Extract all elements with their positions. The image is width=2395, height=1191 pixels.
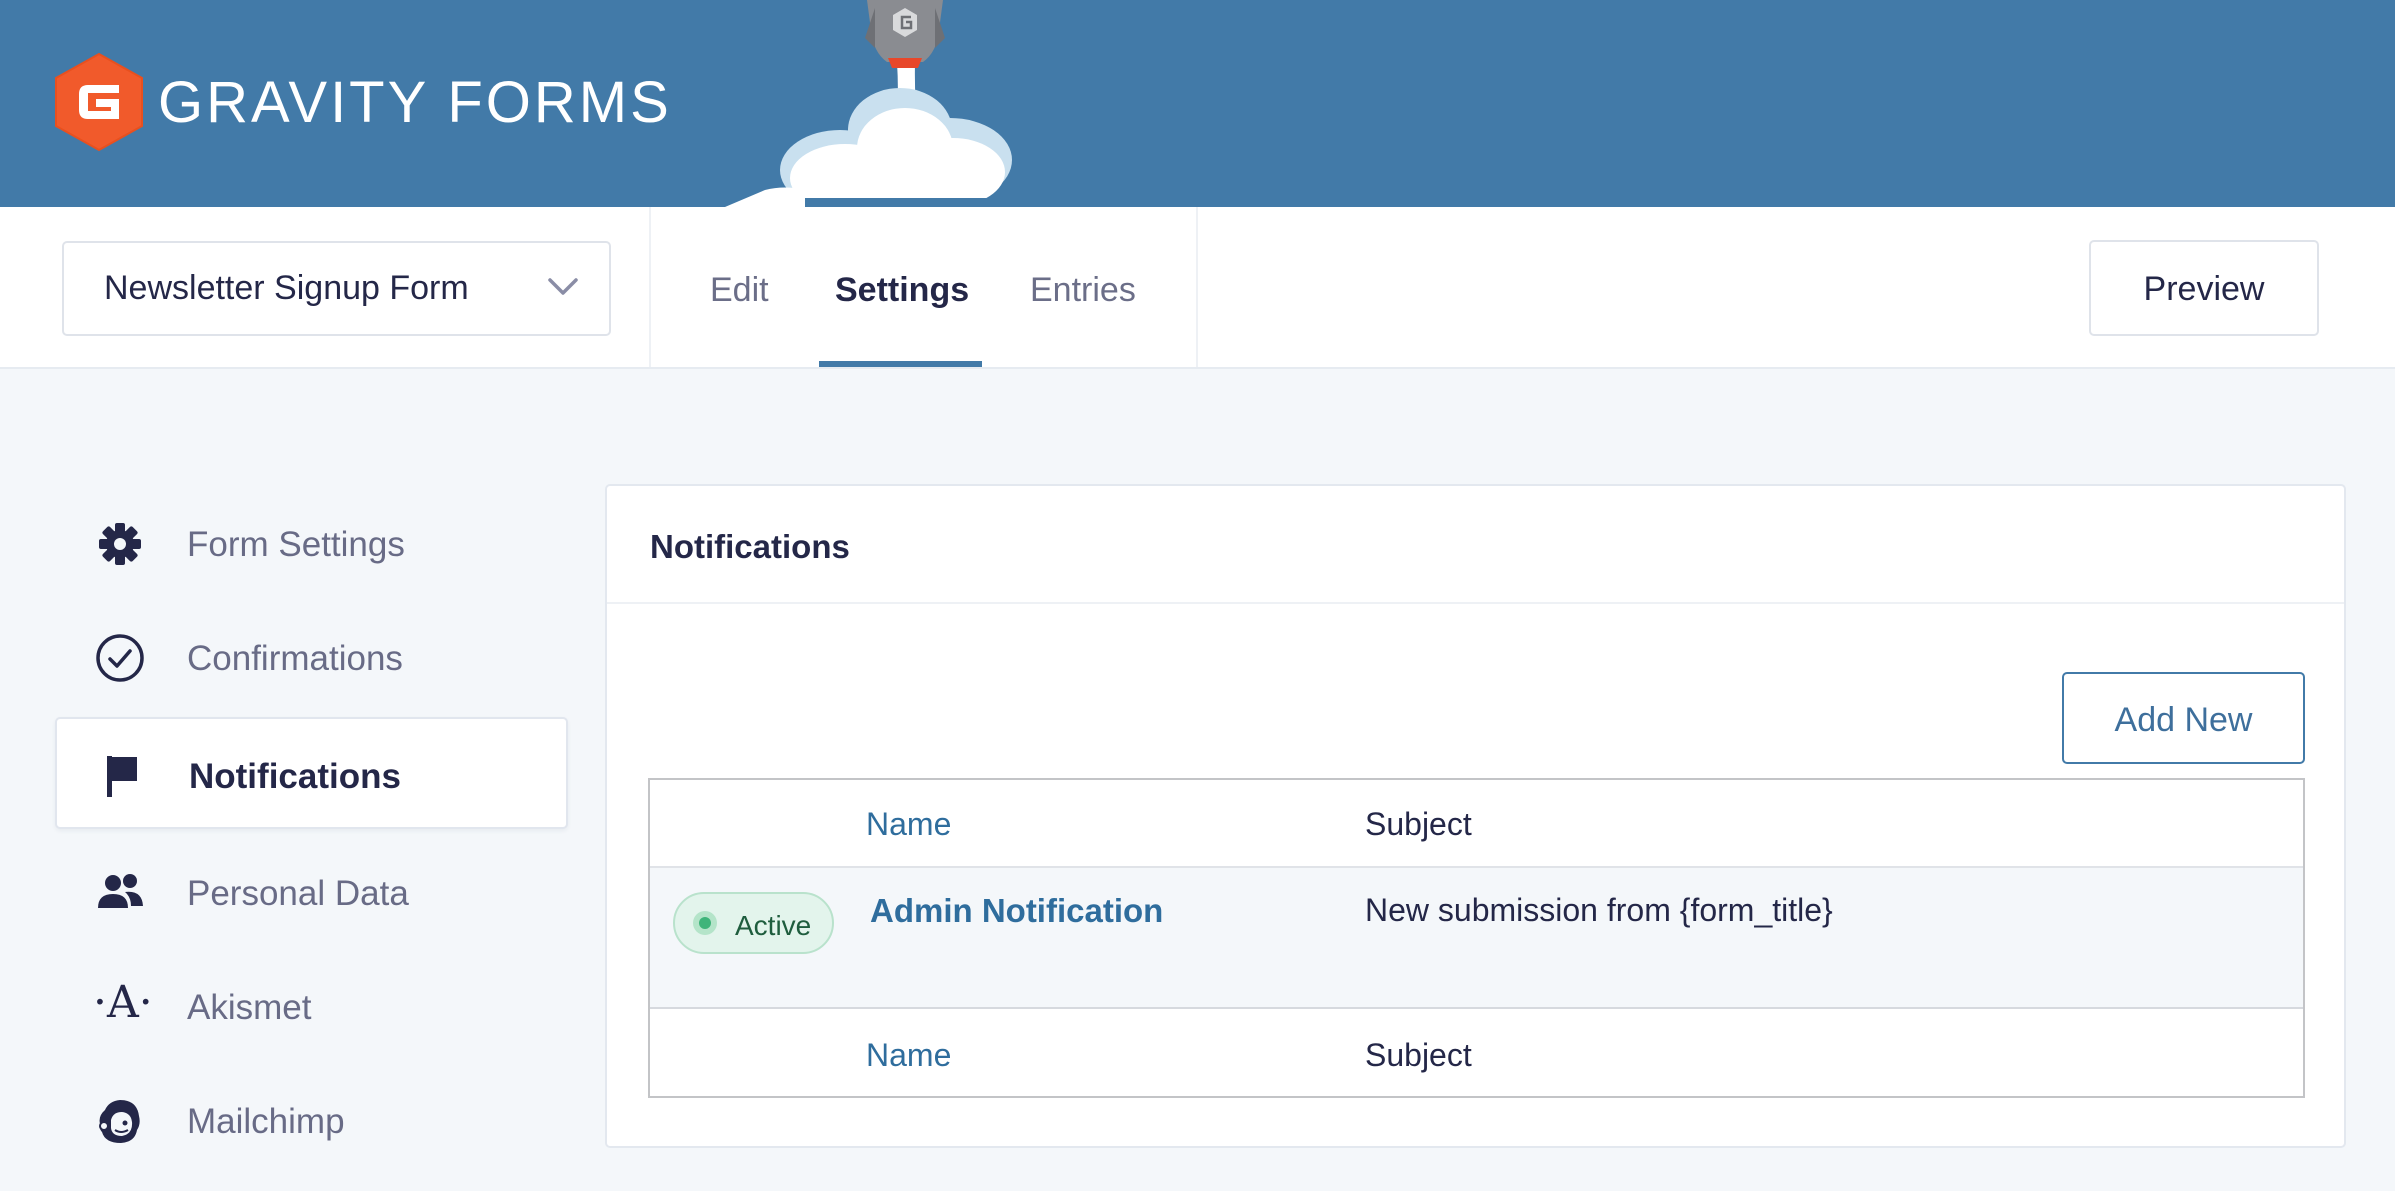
sidebar-item-form-settings[interactable]: Form Settings	[55, 487, 568, 599]
column-header-subject: Subject	[1365, 806, 1472, 842]
flag-icon	[107, 756, 137, 797]
gravity-forms-logo-icon	[55, 52, 143, 152]
notifications-panel: Notifications Add New Name Subject Activ…	[605, 484, 2346, 1148]
add-new-button-label: Add New	[2114, 701, 2253, 739]
tab-edit[interactable]: Edit	[710, 271, 769, 310]
notification-subject: New submission from {form_title}	[1365, 892, 1833, 928]
status-toggle-badge[interactable]: Active	[673, 892, 834, 954]
sidebar-item-notifications[interactable]: Notifications	[55, 717, 568, 829]
check-circle-icon	[96, 634, 144, 682]
sidebar-item-label: Akismet	[187, 988, 312, 1027]
sidebar-item-label: Personal Data	[187, 874, 409, 913]
status-dot-icon	[693, 911, 717, 935]
table-row: Active Admin Notification New submission…	[650, 866, 2303, 1009]
chevron-down-icon	[548, 278, 578, 295]
preview-button-label: Preview	[2143, 270, 2265, 308]
tab-entries[interactable]: Entries	[1030, 271, 1136, 310]
app-header: GRAVITY FORMS	[0, 0, 2395, 207]
brand-name: GRAVITY FORMS	[158, 70, 672, 135]
sidebar-item-confirmations[interactable]: Confirmations	[55, 601, 568, 713]
sidebar-item-label: Mailchimp	[187, 1102, 345, 1141]
rocket-illustration-icon	[725, 0, 1035, 207]
nav-divider	[1196, 207, 1198, 367]
mailchimp-icon	[99, 1100, 140, 1143]
sidebar-item-akismet[interactable]: ·A· Akismet	[55, 950, 568, 1062]
add-new-button[interactable]: Add New	[2062, 672, 2305, 764]
form-toolbar: Newsletter Signup Form Edit Settings Ent…	[0, 207, 2395, 369]
preview-button[interactable]: Preview	[2089, 240, 2319, 336]
column-header-name[interactable]: Name	[866, 806, 951, 843]
notification-name-link[interactable]: Admin Notification	[870, 892, 1163, 930]
sidebar-item-mailchimp[interactable]: Mailchimp	[55, 1064, 568, 1176]
column-footer-subject: Subject	[1365, 1037, 1472, 1073]
form-selector-dropdown[interactable]: Newsletter Signup Form	[62, 241, 611, 336]
sidebar-item-label: Form Settings	[187, 525, 405, 564]
gear-icon	[99, 523, 141, 565]
notifications-table: Name Subject Active Admin Notification N…	[648, 778, 2305, 1098]
panel-title: Notifications	[650, 528, 850, 565]
column-footer-name[interactable]: Name	[866, 1037, 951, 1074]
panel-divider	[607, 602, 2344, 604]
sidebar-item-label: Notifications	[189, 757, 401, 796]
sidebar-item-personal-data[interactable]: Personal Data	[55, 836, 568, 948]
nav-divider	[649, 207, 651, 367]
status-badge-label: Active	[735, 910, 812, 941]
sidebar-item-label: Confirmations	[187, 639, 403, 678]
users-icon	[98, 874, 143, 908]
form-selector-value: Newsletter Signup Form	[104, 269, 469, 307]
tab-settings[interactable]: Settings	[835, 271, 969, 310]
akismet-icon: ·A·	[93, 977, 153, 1028]
active-tab-indicator	[819, 361, 982, 367]
